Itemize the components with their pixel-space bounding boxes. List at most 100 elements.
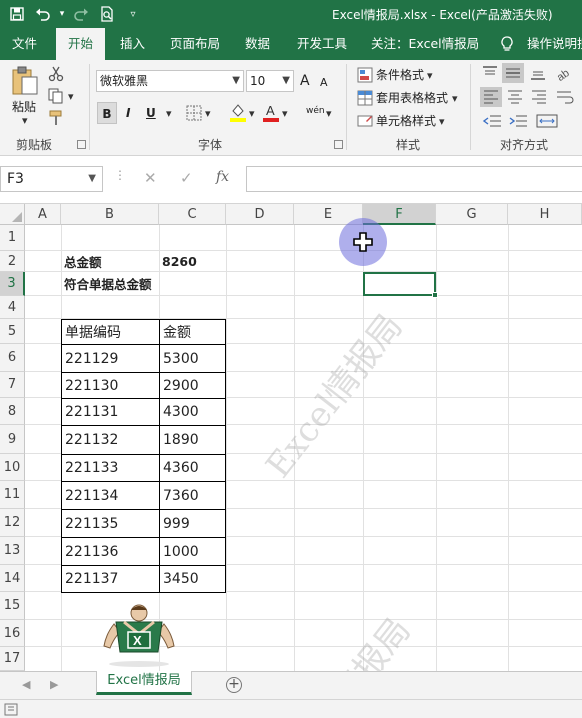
total-value-cell[interactable]: 8260 [159,251,226,271]
row-header[interactable]: 16 [0,620,25,647]
row-header[interactable]: 15 [0,592,25,620]
print-preview-icon[interactable] [96,4,118,24]
table-cell[interactable]: 7360 [159,481,226,510]
format-as-table-icon[interactable] [357,90,373,106]
table-header-cell[interactable]: 金额 [159,319,226,345]
tab-file[interactable]: 文件 [12,28,37,60]
orientation-icon[interactable]: ab [556,65,576,81]
chevron-down-icon[interactable]: ▾ [427,69,433,82]
table-cell[interactable]: 999 [159,509,226,538]
font-launcher-icon[interactable] [334,140,343,149]
merge-center-icon[interactable] [536,113,558,129]
top-align-icon[interactable] [482,66,498,80]
left-align-button[interactable] [480,87,502,107]
cell-styles-icon[interactable] [357,113,373,129]
copy-icon[interactable] [48,88,64,104]
table-cell[interactable]: 5300 [159,344,226,373]
tab-page-layout[interactable]: 页面布局 [170,28,220,60]
row-header[interactable]: 14 [0,565,25,592]
cell-styles-button[interactable]: 单元格样式 [376,110,436,132]
next-sheet-icon[interactable]: ▶ [50,678,58,691]
column-header-b[interactable]: B [61,204,159,225]
row-header-selected[interactable]: 3 [0,272,25,296]
paste-icon[interactable] [11,66,39,96]
table-cell[interactable]: 1000 [159,537,226,566]
save-icon[interactable] [6,4,28,24]
bold-button[interactable]: B [97,102,117,124]
table-cell[interactable]: 221134 [61,481,160,510]
row-header[interactable]: 8 [0,398,25,425]
chevron-down-icon[interactable]: ▼ [282,71,290,91]
format-as-table-button[interactable]: 套用表格格式 [376,87,448,109]
table-cell[interactable]: 221131 [61,398,160,426]
decrease-indent-icon[interactable] [482,114,502,128]
table-cell[interactable]: 221135 [61,509,160,538]
column-header-h[interactable]: H [508,204,582,225]
paste-dropdown-icon[interactable]: ▾ [22,114,28,127]
italic-button[interactable]: I [126,102,130,124]
font-color-dropdown-icon[interactable]: ▾ [282,107,288,120]
undo-icon[interactable] [32,4,54,24]
row-header[interactable]: 4 [0,296,25,319]
chevron-down-icon[interactable]: ▼ [232,71,240,91]
row-header[interactable]: 12 [0,509,25,537]
chevron-down-icon[interactable]: ▾ [452,92,458,105]
table-cell[interactable]: 2900 [159,372,226,399]
fill-handle[interactable] [432,292,438,298]
table-cell[interactable]: 221137 [61,565,160,593]
prev-sheet-icon[interactable]: ◀ [22,678,30,691]
row-header[interactable]: 13 [0,537,25,565]
macro-record-icon[interactable] [4,703,18,716]
row-header[interactable]: 17 [0,647,25,671]
underline-button[interactable]: U [146,102,156,124]
increase-indent-icon[interactable] [508,114,528,128]
row-header[interactable]: 10 [0,454,25,481]
tell-me-search[interactable]: 操作说明搜 [527,28,582,60]
grow-font-button[interactable]: A [300,70,310,92]
right-align-icon[interactable] [531,90,547,104]
table-cell[interactable]: 221129 [61,344,160,373]
table-cell[interactable]: 4300 [159,398,226,426]
clipboard-launcher-icon[interactable] [77,140,86,149]
total-label-cell[interactable]: 总金额 [61,251,159,271]
tab-developer[interactable]: 开发工具 [297,28,347,60]
add-sheet-button[interactable]: + [226,677,242,693]
center-align-icon[interactable] [507,90,523,104]
formula-input[interactable] [246,166,582,192]
table-cell[interactable]: 3450 [159,565,226,593]
table-cell[interactable]: 1890 [159,425,226,455]
tab-data[interactable]: 数据 [245,28,270,60]
undo-dropdown-icon[interactable]: ▾ [58,4,66,24]
phonetic-dropdown-icon[interactable]: ▾ [326,107,332,120]
borders-dropdown-icon[interactable]: ▾ [205,107,211,120]
wrap-text-icon[interactable] [556,90,576,104]
row-header[interactable]: 1 [0,225,25,251]
row-header[interactable]: 2 [0,251,25,272]
table-cell[interactable]: 221130 [61,372,160,399]
chevron-down-icon[interactable]: ▾ [439,115,445,128]
underline-dropdown-icon[interactable]: ▾ [166,107,172,120]
enter-icon[interactable]: ✓ [180,169,193,187]
insert-function-button[interactable]: fx [216,169,229,185]
column-header-c[interactable]: C [159,204,226,225]
sheet-tab-active[interactable]: Excel情报局 [96,671,192,695]
tab-follow[interactable]: 关注：Excel情报局 [371,28,479,60]
row-header[interactable]: 5 [0,319,25,344]
shrink-font-button[interactable]: A [320,72,328,94]
cut-icon[interactable] [48,66,64,82]
select-all-button[interactable] [0,204,25,225]
active-cell-f3[interactable] [363,272,438,298]
tab-insert[interactable]: 插入 [120,28,145,60]
copy-dropdown-icon[interactable]: ▾ [68,90,74,103]
tab-home[interactable]: 开始 [56,28,106,60]
conditional-format-button[interactable]: 条件格式 [376,64,424,86]
row-header[interactable]: 9 [0,425,25,454]
font-size-combo[interactable]: 10 ▼ [246,70,294,92]
row-header[interactable]: 11 [0,481,25,509]
column-header-g[interactable]: G [436,204,508,225]
conditional-format-icon[interactable] [357,67,373,83]
worksheet-grid[interactable]: A B C D E F G H 1 2 3 4 5 6 7 8 9 10 11 … [0,204,582,671]
column-header-d[interactable]: D [226,204,294,225]
column-header-a[interactable]: A [25,204,61,225]
table-cell[interactable]: 221136 [61,537,160,566]
